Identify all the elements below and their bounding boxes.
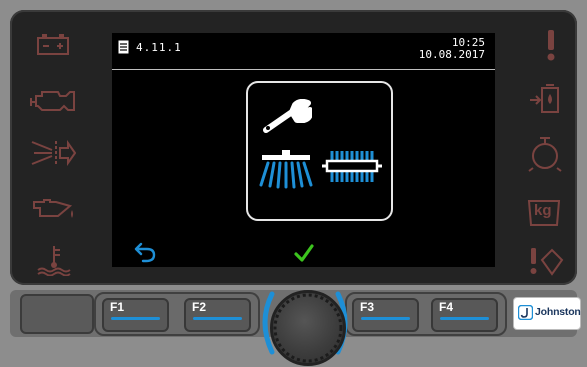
rotary-knob[interactable] [270,290,346,366]
f1-button[interactable]: F1 [102,298,169,332]
f3-button[interactable]: F3 [352,298,419,332]
back-undo-icon[interactable] [134,240,158,268]
front-brush-icon[interactable] [258,149,314,193]
f4-indicator-bar [440,317,489,320]
clock: 10:25 10.08.2017 [419,37,485,61]
f2-indicator-bar [193,317,242,320]
roller-brush-icon[interactable] [322,149,382,193]
software-version: 4.11.1 [136,41,182,54]
f2-button[interactable]: F2 [184,298,251,332]
battery-icon [36,32,72,56]
hydraulic-filter-icon [30,138,76,168]
f1-label: F1 [110,300,125,314]
wrench-icon[interactable] [260,98,314,139]
engine-check-icon [30,86,76,114]
f4-label: F4 [439,300,454,314]
weight-kg-icon: kg [527,197,561,227]
maintenance-dialog [246,81,393,221]
warning-exclamation-icon [543,28,559,62]
confirm-checkmark-icon[interactable] [294,243,314,267]
brand-logo: Johnston [513,297,581,330]
f3-label: F3 [360,300,375,314]
weight-kg-label: kg [534,202,552,219]
fuel-water-separator-icon [528,84,562,116]
coolant-temperature-icon [36,244,72,276]
status-bar: 4.11.1 10:25 10.08.2017 [112,33,495,70]
f1-indicator-bar [111,317,160,320]
blank-button[interactable] [20,294,94,334]
f3-indicator-bar [361,317,410,320]
oil-pressure-icon [30,196,78,222]
f4-button[interactable]: F4 [431,298,498,332]
cyclone-filter-icon [528,136,562,172]
document-icon [118,39,129,58]
clock-date: 10.08.2017 [418,48,485,61]
lcd-screen: 4.11.1 10:25 10.08.2017 [112,33,495,267]
brand-name: Johnston [535,306,581,318]
johnston-logo-icon [517,304,534,324]
f2-label: F2 [192,300,207,314]
tilt-warning-icon [526,246,564,278]
